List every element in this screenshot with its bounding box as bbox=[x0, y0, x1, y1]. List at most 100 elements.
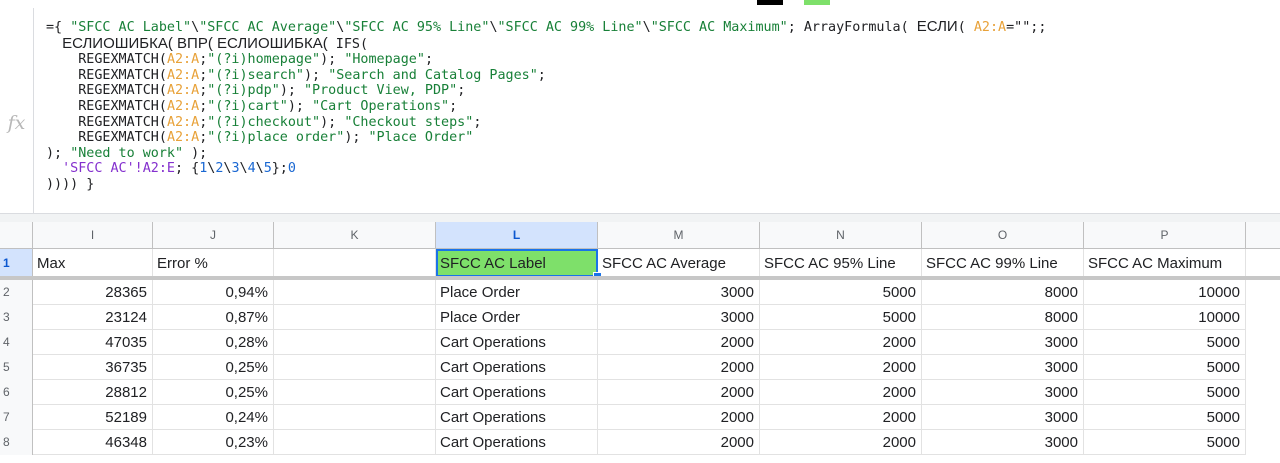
formula-token: )))) } bbox=[46, 176, 95, 192]
table-cell[interactable]: 0,25% bbox=[153, 380, 274, 405]
formula-token: ); bbox=[320, 52, 345, 68]
formula-token: ); bbox=[183, 145, 208, 161]
table-cell[interactable]: 8000 bbox=[922, 280, 1084, 305]
row-header[interactable]: 4 bbox=[0, 330, 33, 355]
table-cell[interactable]: Cart Operations bbox=[436, 355, 598, 380]
table-cell[interactable]: 5000 bbox=[1084, 430, 1246, 455]
table-cell[interactable]: 46348 bbox=[33, 430, 153, 455]
table-cell[interactable]: 5000 bbox=[1084, 330, 1246, 355]
table-cell[interactable] bbox=[274, 430, 436, 455]
table-cell[interactable]: 3000 bbox=[922, 430, 1084, 455]
table-cell[interactable]: 0,23% bbox=[153, 430, 274, 455]
formula-token: REGEXMATCH( bbox=[46, 67, 167, 83]
table-cell[interactable]: 3000 bbox=[598, 280, 760, 305]
table-row: 1 Max Error % SFCC AC Label SFCC AC Average S… bbox=[0, 249, 1280, 281]
table-cell[interactable]: 8000 bbox=[922, 305, 1084, 330]
table-cell[interactable]: Cart Operations bbox=[436, 405, 598, 430]
table-cell[interactable]: 0,24% bbox=[153, 405, 274, 430]
formula-token bbox=[46, 161, 62, 176]
column-header-p[interactable]: P bbox=[1084, 222, 1246, 248]
table-cell[interactable]: 5000 bbox=[1084, 380, 1246, 405]
row-header[interactable]: 8 bbox=[0, 430, 33, 455]
formula-token bbox=[46, 37, 62, 52]
table-cell[interactable]: Cart Operations bbox=[436, 380, 598, 405]
table-cell[interactable]: 10000 bbox=[1084, 305, 1246, 330]
table-cell[interactable]: 3000 bbox=[922, 405, 1084, 430]
row-header[interactable]: 7 bbox=[0, 405, 33, 430]
table-cell[interactable] bbox=[274, 405, 436, 430]
table-cell[interactable]: Place Order bbox=[436, 305, 598, 330]
table-cell[interactable]: 0,94% bbox=[153, 280, 274, 305]
table-cell[interactable]: 0,87% bbox=[153, 305, 274, 330]
row-header[interactable]: 3 bbox=[0, 305, 33, 330]
table-cell[interactable] bbox=[274, 380, 436, 405]
table-cell[interactable]: 36735 bbox=[33, 355, 153, 380]
table-cell[interactable]: 5000 bbox=[1084, 405, 1246, 430]
table-cell[interactable]: 2000 bbox=[760, 380, 922, 405]
table-cell[interactable]: 3000 bbox=[922, 380, 1084, 405]
column-header-l[interactable]: L bbox=[436, 222, 598, 248]
table-cell[interactable]: 2000 bbox=[760, 330, 922, 355]
table-cell[interactable]: 10000 bbox=[1084, 280, 1246, 305]
table-cell[interactable]: 2000 bbox=[598, 430, 760, 455]
table-cell[interactable]: 28365 bbox=[33, 280, 153, 305]
table-cell[interactable]: 2000 bbox=[598, 330, 760, 355]
formula-token: "SFCC AC Maximum" bbox=[650, 20, 788, 35]
frozen-row-divider[interactable] bbox=[0, 276, 1280, 280]
formula-token: ; { bbox=[175, 161, 200, 177]
table-cell[interactable]: 2000 bbox=[598, 355, 760, 380]
table-cell[interactable]: Max bbox=[33, 249, 153, 277]
formula-token: A2:A bbox=[973, 20, 1007, 35]
formula-token: ); bbox=[320, 114, 345, 130]
select-all-corner[interactable] bbox=[0, 222, 33, 248]
table-cell[interactable]: 3000 bbox=[922, 355, 1084, 380]
formula-token: \ bbox=[191, 20, 200, 35]
table-cell[interactable] bbox=[274, 355, 436, 380]
column-header-m[interactable]: M bbox=[598, 222, 760, 248]
table-cell[interactable]: Cart Operations bbox=[436, 330, 598, 355]
table-cell[interactable]: Cart Operations bbox=[436, 430, 598, 455]
table-cell[interactable]: SFCC AC Average bbox=[598, 249, 760, 277]
table-cell[interactable]: Place Order bbox=[436, 280, 598, 305]
formula-token: "(?i)pdp" bbox=[207, 83, 280, 99]
column-header-k[interactable]: K bbox=[274, 222, 436, 248]
table-cell[interactable]: 23124 bbox=[33, 305, 153, 330]
table-cell[interactable]: 3000 bbox=[598, 305, 760, 330]
row-header[interactable]: 2 bbox=[0, 280, 33, 305]
table-cell[interactable]: 2000 bbox=[760, 430, 922, 455]
table-cell[interactable]: 5000 bbox=[760, 280, 922, 305]
table-cell[interactable]: SFCC AC Maximum bbox=[1084, 249, 1246, 277]
row-header[interactable]: 6 bbox=[0, 380, 33, 405]
table-cell[interactable]: 52189 bbox=[33, 405, 153, 430]
table-cell[interactable] bbox=[274, 305, 436, 330]
formula-token: "(?i)checkout" bbox=[207, 114, 321, 130]
table-cell[interactable]: 2000 bbox=[760, 355, 922, 380]
formula-token: A2:A bbox=[166, 98, 200, 114]
table-cell[interactable]: 2000 bbox=[598, 405, 760, 430]
table-cell[interactable]: 5000 bbox=[760, 305, 922, 330]
column-header-o[interactable]: O bbox=[922, 222, 1084, 248]
table-cell[interactable] bbox=[274, 249, 436, 277]
column-header-j[interactable]: J bbox=[153, 222, 274, 248]
table-cell[interactable]: 0,25% bbox=[153, 355, 274, 380]
table-cell[interactable] bbox=[274, 330, 436, 355]
table-cell[interactable]: 28812 bbox=[33, 380, 153, 405]
table-cell[interactable]: Error % bbox=[153, 249, 274, 277]
table-cell[interactable]: 2000 bbox=[598, 380, 760, 405]
table-cell[interactable]: 0,28% bbox=[153, 330, 274, 355]
column-header-i[interactable]: I bbox=[33, 222, 153, 248]
table-cell[interactable]: SFCC AC 95% Line bbox=[760, 249, 922, 277]
formula-input[interactable]: ={ "SFCC AC Label"\"SFCC AC Average"\"SF… bbox=[46, 19, 1271, 193]
table-cell[interactable]: SFCC AC 99% Line bbox=[922, 249, 1084, 277]
column-header-n[interactable]: N bbox=[760, 222, 922, 248]
table-cell[interactable]: 5000 bbox=[1084, 355, 1246, 380]
selected-cell[interactable]: SFCC AC Label bbox=[436, 249, 598, 277]
table-cell[interactable] bbox=[274, 280, 436, 305]
text-color-swatch[interactable] bbox=[757, 0, 783, 5]
table-cell[interactable]: 3000 bbox=[922, 330, 1084, 355]
table-cell[interactable]: 47035 bbox=[33, 330, 153, 355]
row-header[interactable]: 5 bbox=[0, 355, 33, 380]
table-cell[interactable]: 2000 bbox=[760, 405, 922, 430]
row-header[interactable]: 1 bbox=[0, 249, 33, 277]
fill-color-swatch[interactable] bbox=[804, 0, 830, 5]
